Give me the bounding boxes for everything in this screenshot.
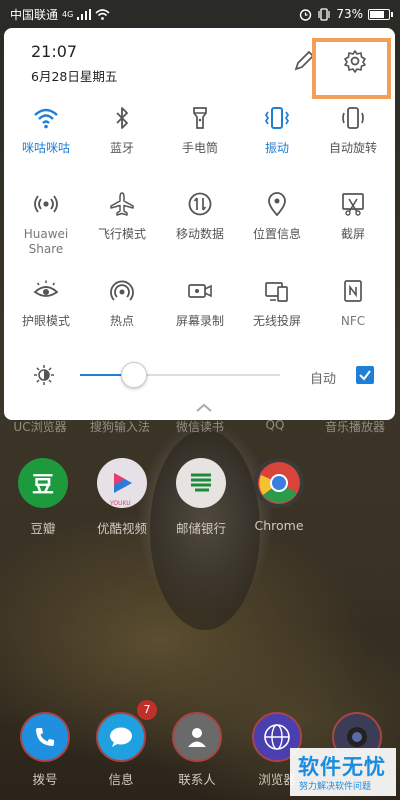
brightness-thumb[interactable] bbox=[121, 362, 147, 388]
app-label: Chrome bbox=[254, 518, 304, 533]
tile-label: 热点 bbox=[109, 314, 134, 328]
chrome-icon[interactable] bbox=[254, 458, 304, 508]
dock-label: 联系人 bbox=[178, 772, 216, 787]
dock-label: 拨号 bbox=[32, 772, 58, 787]
contacts-icon[interactable] bbox=[172, 712, 222, 762]
tile-airplane[interactable]: 飞行模式 bbox=[82, 191, 162, 242]
phone-icon[interactable] bbox=[20, 712, 70, 762]
quick-settings-panel: 21:07 6月28日星期五 咪咕咪咕 蓝牙 手电筒 振动 自动旋转 Huawe… bbox=[4, 28, 395, 420]
brightness-icon bbox=[34, 365, 54, 385]
app-label: 豆瓣 bbox=[30, 521, 56, 536]
folder-label[interactable]: 音乐播放器 bbox=[310, 418, 400, 435]
douban-icon[interactable]: 豆 bbox=[18, 458, 68, 508]
tile-hotspot[interactable]: 热点 bbox=[82, 278, 162, 329]
tile-label: Huawei Share bbox=[23, 227, 69, 256]
airplane-icon bbox=[110, 192, 134, 216]
tile-flashlight[interactable]: 手电筒 bbox=[160, 105, 240, 156]
tile-label: 咪咕咪咕 bbox=[21, 141, 70, 155]
battery-icon bbox=[368, 8, 393, 20]
tile-location[interactable]: 位置信息 bbox=[237, 191, 317, 242]
nfc-icon bbox=[344, 280, 362, 302]
screenshot-icon bbox=[342, 193, 364, 216]
mobile-data-icon bbox=[188, 192, 212, 216]
watermark: 软件无忧 努力解决软件问题 bbox=[290, 748, 396, 796]
app-label: 邮储银行 bbox=[175, 521, 226, 536]
flashlight-icon bbox=[193, 107, 207, 129]
tile-label: 飞行模式 bbox=[97, 227, 146, 241]
dock-label: 信息 bbox=[108, 772, 134, 787]
huawei-share-icon bbox=[34, 195, 58, 213]
tile-label: 无线投屏 bbox=[252, 314, 301, 328]
tile-wifi[interactable]: 咪咕咪咕 bbox=[6, 105, 86, 156]
wifi-status-icon bbox=[95, 8, 110, 20]
tile-eye-comfort[interactable]: 护眼模式 bbox=[6, 278, 86, 329]
tile-bluetooth[interactable]: 蓝牙 bbox=[82, 105, 162, 156]
folder-label[interactable]: UC浏览器 bbox=[0, 418, 85, 435]
wireless-projection-icon bbox=[265, 282, 288, 302]
eye-comfort-icon bbox=[33, 280, 59, 297]
carrier-label: 中国联通 bbox=[10, 7, 59, 22]
tile-screenshot[interactable]: 截屏 bbox=[313, 191, 393, 242]
messages-icon[interactable] bbox=[96, 712, 146, 762]
network-type-label: 4G bbox=[62, 9, 74, 19]
tile-huawei-share[interactable]: Huawei Share bbox=[6, 191, 86, 257]
folder-label[interactable]: 搜狗输入法 bbox=[75, 418, 165, 435]
tile-label: 移动数据 bbox=[175, 227, 224, 241]
tile-label: 护眼模式 bbox=[21, 314, 70, 328]
watermark-subtitle: 努力解决软件问题 bbox=[299, 782, 372, 792]
status-bar: 中国联通 4G 73% bbox=[0, 0, 400, 28]
battery-percent: 73% bbox=[336, 7, 363, 21]
tile-auto-rotate[interactable]: 自动旋转 bbox=[313, 105, 393, 156]
app-label: 优酷视频 bbox=[96, 521, 147, 536]
watermark-title: 软件无忧 bbox=[298, 755, 386, 779]
vibrate-icon bbox=[264, 107, 290, 129]
tile-label: 振动 bbox=[264, 141, 289, 155]
postal-bank-icon[interactable] bbox=[176, 458, 226, 508]
chevron-up-icon[interactable] bbox=[194, 402, 214, 414]
hotspot-icon bbox=[110, 280, 134, 301]
youku-tag: YOUKU bbox=[110, 500, 131, 507]
wifi-icon bbox=[34, 108, 58, 129]
tile-label: NFC bbox=[340, 314, 366, 328]
tile-vibrate[interactable]: 振动 bbox=[237, 105, 317, 156]
highlight-box bbox=[312, 38, 391, 99]
rotate-icon bbox=[342, 107, 364, 129]
unread-badge: 7 bbox=[137, 700, 157, 720]
alarm-icon bbox=[300, 8, 312, 21]
tile-label: 手电筒 bbox=[181, 141, 218, 155]
folder-label[interactable]: QQ bbox=[230, 418, 320, 432]
signal-icon bbox=[77, 8, 92, 20]
tile-mobile-data[interactable]: 移动数据 bbox=[160, 191, 240, 242]
screen-record-icon bbox=[188, 284, 212, 298]
tile-label: 屏幕录制 bbox=[175, 314, 224, 328]
tile-label: 自动旋转 bbox=[328, 141, 377, 155]
check-icon bbox=[359, 370, 371, 381]
auto-brightness-checkbox[interactable] bbox=[356, 366, 374, 384]
tile-label: 蓝牙 bbox=[109, 141, 134, 155]
bluetooth-icon bbox=[116, 107, 128, 129]
tile-nfc[interactable]: NFC bbox=[313, 278, 393, 329]
tile-label: 位置信息 bbox=[252, 227, 301, 241]
tile-screen-record[interactable]: 屏幕录制 bbox=[160, 278, 240, 329]
auto-brightness-label: 自动 bbox=[310, 372, 337, 387]
panel-date: 6月28日星期五 bbox=[31, 69, 118, 84]
vibrate-status-icon bbox=[318, 7, 330, 21]
tile-label: 截屏 bbox=[340, 227, 365, 241]
panel-time: 21:07 bbox=[31, 42, 78, 61]
tile-wireless-projection[interactable]: 无线投屏 bbox=[237, 278, 317, 329]
location-icon bbox=[268, 192, 286, 217]
